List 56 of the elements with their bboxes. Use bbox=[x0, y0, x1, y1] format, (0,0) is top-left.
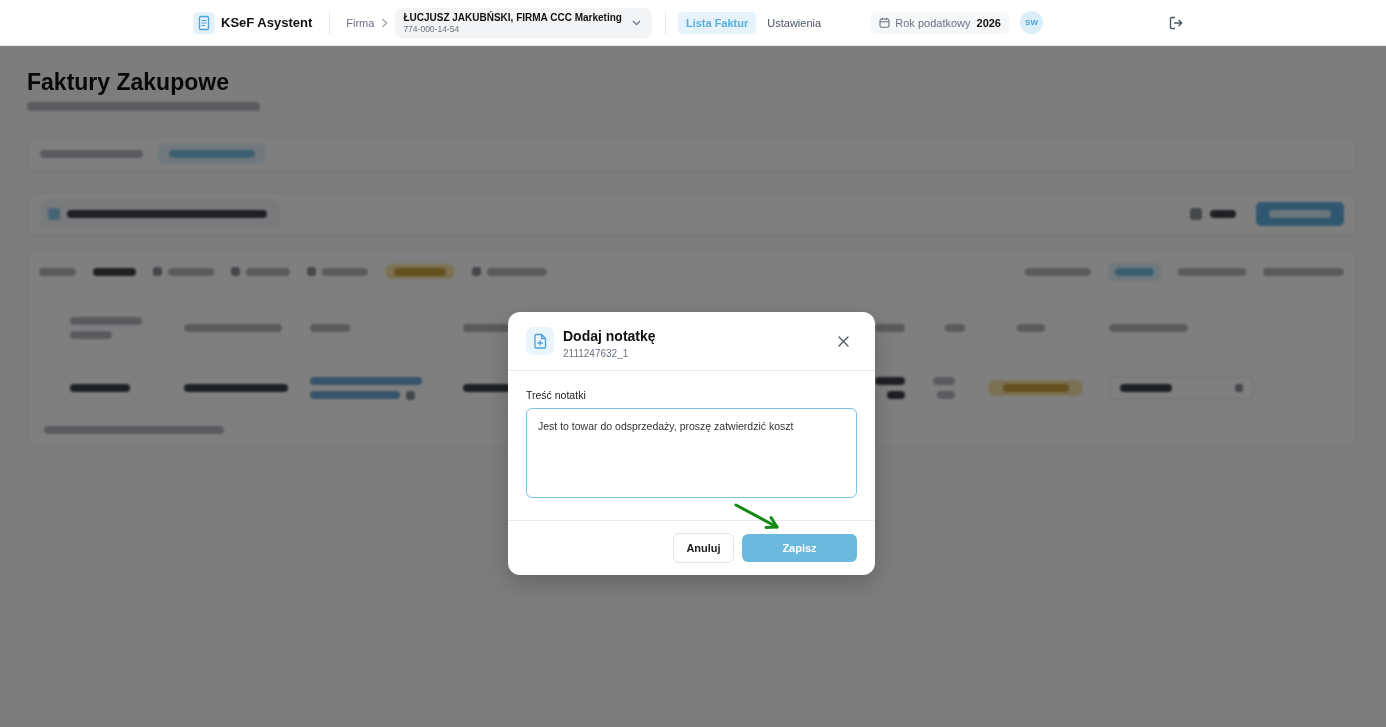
blurred-text bbox=[463, 324, 510, 332]
blurred-text bbox=[1025, 267, 1091, 276]
close-icon[interactable] bbox=[838, 336, 849, 347]
blurred-text bbox=[394, 267, 446, 276]
blurred-text bbox=[937, 391, 955, 399]
blurred-text bbox=[310, 324, 350, 332]
blurred-text bbox=[887, 391, 905, 399]
blurred-text bbox=[1115, 267, 1154, 276]
blurred-text bbox=[39, 267, 76, 276]
blurred-text bbox=[933, 377, 955, 385]
company-select[interactable]: ŁUCJUSZ JAKUBŃSKI, FIRMA CCC Marketing 774-000-14-54 bbox=[395, 7, 652, 38]
field-label: Treść notatki bbox=[526, 389, 586, 402]
document-icon bbox=[193, 11, 215, 34]
chevron-right-icon bbox=[381, 17, 389, 28]
dialog-title: Dodaj notatkę bbox=[563, 327, 656, 345]
calendar-icon bbox=[879, 17, 891, 28]
blurred-text bbox=[1002, 384, 1069, 392]
dialog-subtitle: 2111247632_1 bbox=[563, 347, 629, 360]
blurred-text bbox=[93, 267, 136, 276]
blurred-text bbox=[70, 331, 112, 339]
blurred-text bbox=[322, 267, 368, 276]
cancel-button[interactable]: Anuluj bbox=[673, 533, 734, 563]
blurred-text bbox=[487, 267, 547, 276]
blurred-icon bbox=[307, 267, 316, 276]
blurred-text bbox=[168, 267, 214, 276]
blurred-text bbox=[463, 384, 510, 392]
blurred-icon bbox=[1190, 208, 1202, 220]
blurred-text bbox=[70, 317, 142, 325]
blurred-icon bbox=[1235, 384, 1243, 392]
blurred-text bbox=[1017, 324, 1045, 332]
annotation-arrow bbox=[734, 503, 780, 531]
note-textarea[interactable]: Jest to towar do odsprzedaży, proszę zatwierdzić koszt bbox=[526, 408, 857, 498]
blurred-text bbox=[1120, 384, 1172, 392]
blurred-text bbox=[1269, 210, 1331, 218]
tax-year-select[interactable]: Rok podatkowy 2026 bbox=[871, 11, 1009, 34]
date-range-field[interactable] bbox=[40, 200, 280, 228]
blurred-text bbox=[70, 384, 130, 392]
app-name: KSeF Asystent bbox=[221, 15, 313, 30]
blurred-icon bbox=[153, 267, 162, 276]
document-plus-icon bbox=[526, 327, 554, 355]
blurred-text bbox=[875, 377, 905, 385]
chevron-down-icon bbox=[631, 19, 641, 26]
nav-tab[interactable]: Ustawienia bbox=[759, 11, 830, 34]
dropdown-field[interactable] bbox=[1109, 376, 1254, 400]
blurred-text bbox=[246, 267, 290, 276]
blurred-icon bbox=[472, 267, 481, 276]
blurred-icon bbox=[231, 267, 240, 276]
blurred-icon bbox=[48, 208, 60, 220]
blurred-text bbox=[945, 324, 965, 332]
logout-icon[interactable] bbox=[1169, 15, 1183, 30]
blurred-text bbox=[1178, 267, 1246, 276]
blurred-text bbox=[875, 324, 905, 332]
page-title: Faktury Zakupowe bbox=[27, 68, 230, 96]
blurred-icon bbox=[406, 390, 415, 400]
blurred-text bbox=[1210, 210, 1236, 218]
company-label: Firma bbox=[346, 16, 375, 29]
